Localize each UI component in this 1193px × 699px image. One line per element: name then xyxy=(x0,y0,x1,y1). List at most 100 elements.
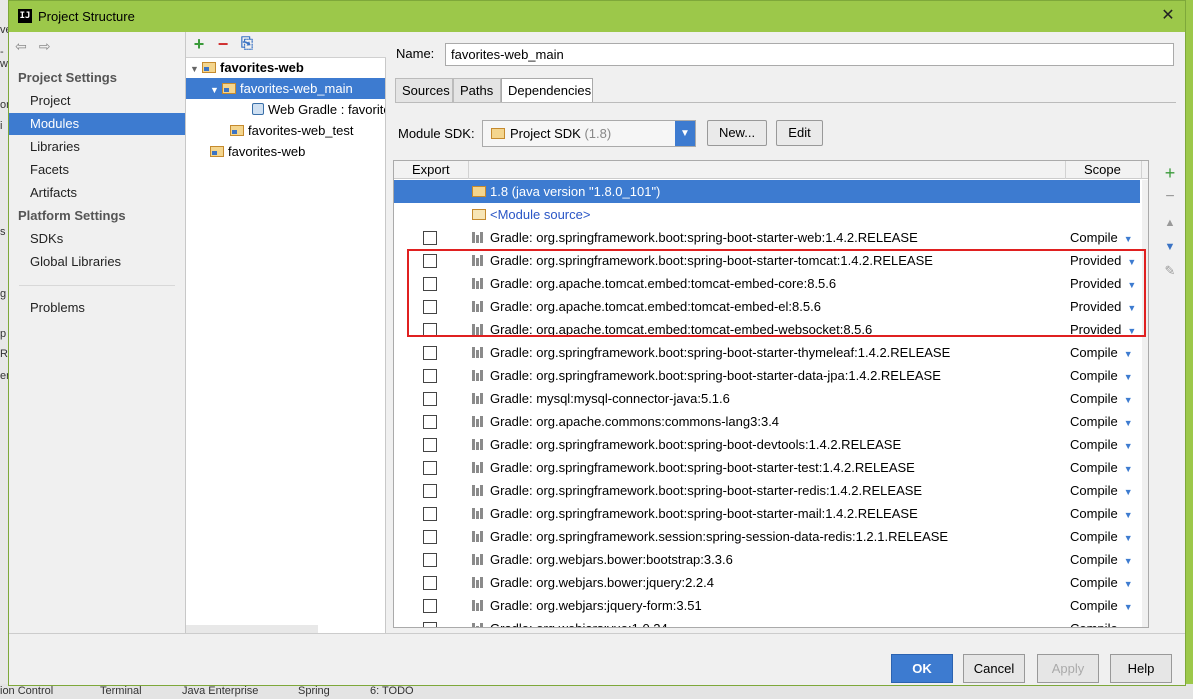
tree-node-test[interactable]: favorites-web_test xyxy=(186,120,385,141)
chevron-down-icon[interactable]: ▼ xyxy=(675,121,695,146)
export-checkbox[interactable] xyxy=(423,622,437,627)
tree-node-main[interactable]: ▼ favorites-web_main xyxy=(186,78,385,99)
table-row[interactable]: Gradle: org.springframework.boot:spring-… xyxy=(394,226,1140,249)
nav-item-libraries[interactable]: Libraries xyxy=(9,136,185,158)
table-row[interactable]: Gradle: org.apache.tomcat.embed:tomcat-e… xyxy=(394,318,1140,341)
export-checkbox[interactable] xyxy=(423,438,437,452)
column-scope[interactable]: Scope xyxy=(1066,161,1142,179)
scope-dropdown[interactable]: Provided ▼ xyxy=(1070,272,1136,297)
export-checkbox[interactable] xyxy=(423,392,437,406)
table-row[interactable]: Gradle: org.springframework.session:spri… xyxy=(394,525,1140,548)
column-export[interactable]: Export xyxy=(394,161,469,179)
scope-dropdown[interactable]: Compile ▼ xyxy=(1070,594,1133,619)
add-icon[interactable]: + xyxy=(189,34,209,54)
scope-dropdown[interactable]: Provided ▼ xyxy=(1070,295,1136,320)
export-checkbox[interactable] xyxy=(423,530,437,544)
tree-node-web-facet[interactable]: Web Gradle : favorites-web_main xyxy=(186,99,385,120)
table-row[interactable]: Gradle: org.springframework.boot:spring-… xyxy=(394,433,1140,456)
table-row[interactable]: Gradle: org.webjars.bower:jquery:2.2.4 Co… xyxy=(394,571,1140,594)
apply-button[interactable]: Apply xyxy=(1037,654,1099,683)
table-row[interactable]: Gradle: org.apache.tomcat.embed:tomcat-e… xyxy=(394,295,1140,318)
nav-item-facets[interactable]: Facets xyxy=(9,159,185,181)
add-dependency-icon[interactable]: + xyxy=(1159,162,1181,184)
close-icon[interactable]: ✕ xyxy=(1157,5,1179,27)
module-source-row[interactable]: <Module source> xyxy=(394,203,1140,226)
table-row[interactable]: Gradle: org.springframework.boot:spring-… xyxy=(394,249,1140,272)
table-row[interactable]: Gradle: org.springframework.boot:spring-… xyxy=(394,341,1140,364)
dependency-name: Gradle: org.webjars.bower:bootstrap:3.3.… xyxy=(490,552,733,567)
table-row[interactable]: Gradle: org.springframework.boot:spring-… xyxy=(394,479,1140,502)
scope-dropdown[interactable]: Provided ▼ xyxy=(1070,249,1136,274)
back-arrow-icon[interactable]: ⇦ xyxy=(15,38,35,55)
export-checkbox[interactable] xyxy=(423,576,437,590)
tree-hscrollbar[interactable] xyxy=(186,625,318,633)
scope-dropdown[interactable]: Compile ▼ xyxy=(1070,456,1133,481)
edit-sdk-button[interactable]: Edit xyxy=(776,120,823,146)
remove-icon[interactable]: − xyxy=(213,34,233,54)
ok-button[interactable]: OK xyxy=(891,654,953,683)
new-sdk-button[interactable]: New... xyxy=(707,120,767,146)
export-checkbox[interactable] xyxy=(423,461,437,475)
remove-dependency-icon[interactable]: − xyxy=(1159,186,1181,208)
scope-dropdown[interactable]: Compile ▼ xyxy=(1070,479,1133,504)
scope-dropdown[interactable]: Provided ▼ xyxy=(1070,318,1136,343)
tab-dependencies[interactable]: Dependencies xyxy=(501,78,593,103)
scope-dropdown[interactable]: Compile ▼ xyxy=(1070,617,1133,627)
scope-dropdown[interactable]: Compile ▼ xyxy=(1070,364,1133,389)
scope-dropdown[interactable]: Compile ▼ xyxy=(1070,410,1133,435)
move-down-icon[interactable]: ▼ xyxy=(1159,236,1181,258)
export-checkbox[interactable] xyxy=(423,254,437,268)
scope-dropdown[interactable]: Compile ▼ xyxy=(1070,525,1133,550)
export-checkbox[interactable] xyxy=(423,599,437,613)
table-row[interactable]: Gradle: org.apache.tomcat.embed:tomcat-e… xyxy=(394,272,1140,295)
export-checkbox[interactable] xyxy=(423,484,437,498)
table-row[interactable]: Gradle: org.springframework.boot:spring-… xyxy=(394,364,1140,387)
nav-item-global-libraries[interactable]: Global Libraries xyxy=(9,251,185,273)
nav-item-problems[interactable]: Problems xyxy=(9,297,185,319)
scope-dropdown[interactable]: Compile ▼ xyxy=(1070,548,1133,573)
table-row[interactable]: Gradle: org.webjars:vue:1.0.24 Compile ▼ xyxy=(394,617,1140,627)
tab-paths[interactable]: Paths xyxy=(453,78,501,103)
tree-node-web[interactable]: favorites-web xyxy=(186,141,385,162)
export-checkbox[interactable] xyxy=(423,277,437,291)
scope-dropdown[interactable]: Compile ▼ xyxy=(1070,433,1133,458)
scope-dropdown[interactable]: Compile ▼ xyxy=(1070,341,1133,366)
jdk-row[interactable]: 1.8 (java version "1.8.0_101") xyxy=(394,180,1140,203)
export-checkbox[interactable] xyxy=(423,553,437,567)
copy-icon[interactable]: ⎘ xyxy=(237,34,257,54)
scope-dropdown[interactable]: Compile ▼ xyxy=(1070,387,1133,412)
nav-item-sdks[interactable]: SDKs xyxy=(9,228,185,250)
table-row[interactable]: Gradle: mysql:mysql-connector-java:5.1.6… xyxy=(394,387,1140,410)
tree-node-root[interactable]: ▼ favorites-web xyxy=(186,57,385,78)
export-checkbox[interactable] xyxy=(423,415,437,429)
column-name[interactable] xyxy=(469,161,1066,179)
edit-dependency-icon[interactable]: ✎ xyxy=(1159,260,1181,282)
tab-sources[interactable]: Sources xyxy=(395,78,453,103)
collapse-triangle-icon[interactable]: ▼ xyxy=(210,80,222,99)
export-checkbox[interactable] xyxy=(423,346,437,360)
export-checkbox[interactable] xyxy=(423,300,437,314)
scope-dropdown[interactable]: Compile ▼ xyxy=(1070,571,1133,596)
help-button[interactable]: Help xyxy=(1110,654,1172,683)
table-row[interactable]: Gradle: org.webjars.bower:bootstrap:3.3.… xyxy=(394,548,1140,571)
module-sdk-select[interactable]: Project SDK (1.8) ▼ xyxy=(482,120,696,147)
export-checkbox[interactable] xyxy=(423,507,437,521)
table-scrollbar[interactable] xyxy=(1142,180,1148,627)
export-checkbox[interactable] xyxy=(423,231,437,245)
nav-item-project[interactable]: Project xyxy=(9,90,185,112)
scope-dropdown[interactable]: Compile ▼ xyxy=(1070,226,1133,251)
table-row[interactable]: Gradle: org.webjars:jquery-form:3.51 Comp… xyxy=(394,594,1140,617)
export-checkbox[interactable] xyxy=(423,323,437,337)
forward-arrow-icon[interactable]: ⇨ xyxy=(39,38,59,55)
scope-dropdown[interactable]: Compile ▼ xyxy=(1070,502,1133,527)
nav-item-artifacts[interactable]: Artifacts xyxy=(9,182,185,204)
table-row[interactable]: Gradle: org.apache.commons:commons-lang3… xyxy=(394,410,1140,433)
collapse-triangle-icon[interactable]: ▼ xyxy=(190,59,202,78)
table-row[interactable]: Gradle: org.springframework.boot:spring-… xyxy=(394,456,1140,479)
nav-item-modules[interactable]: Modules xyxy=(9,113,185,135)
module-name-input[interactable] xyxy=(445,43,1174,66)
move-up-icon[interactable]: ▲ xyxy=(1159,212,1181,234)
cancel-button[interactable]: Cancel xyxy=(963,654,1025,683)
export-checkbox[interactable] xyxy=(423,369,437,383)
table-row[interactable]: Gradle: org.springframework.boot:spring-… xyxy=(394,502,1140,525)
